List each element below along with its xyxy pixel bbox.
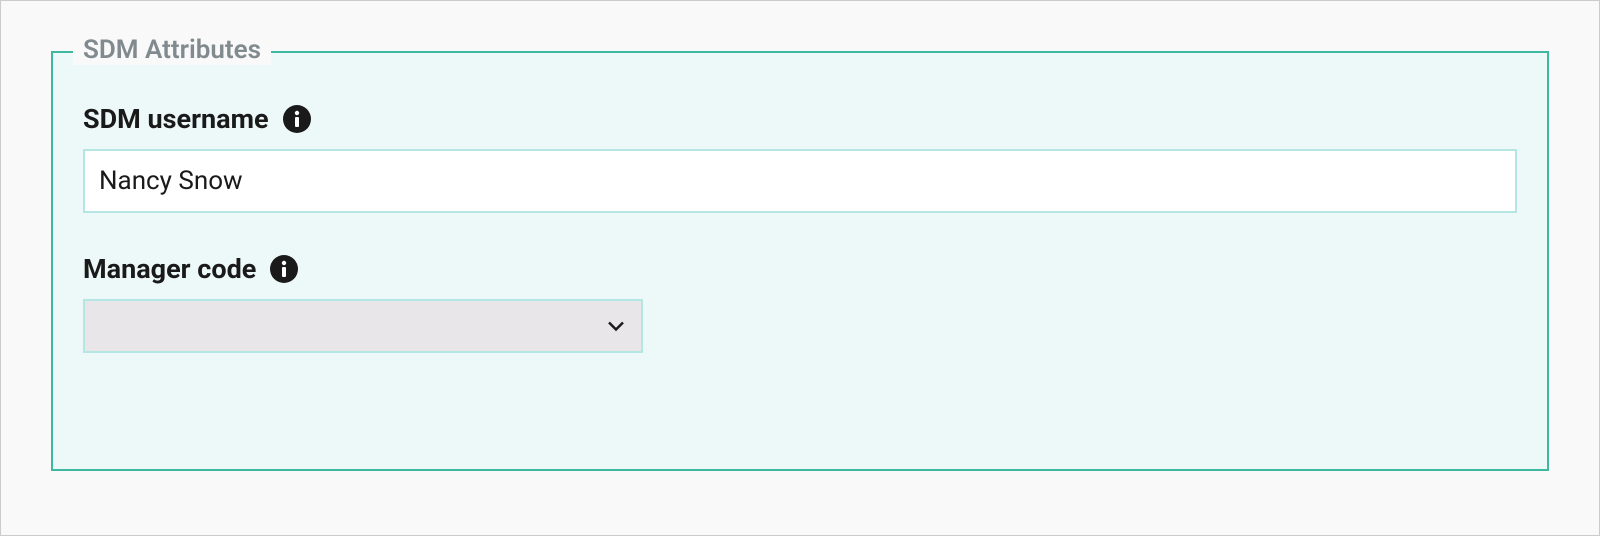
manager-code-select-wrapper [83,299,643,353]
sdm-username-input[interactable] [83,149,1517,213]
fieldset-legend: SDM Attributes [73,35,271,65]
sdm-username-label-row: SDM username [83,103,1517,135]
sdm-attributes-fieldset: SDM Attributes SDM username Manager code [51,51,1549,471]
form-panel: SDM Attributes SDM username Manager code [0,0,1600,536]
manager-code-group: Manager code [83,253,1517,353]
manager-code-label-row: Manager code [83,253,1517,285]
info-icon[interactable] [270,255,298,283]
manager-code-label: Manager code [83,253,256,285]
manager-code-select[interactable] [83,299,643,353]
sdm-username-group: SDM username [83,103,1517,213]
info-icon[interactable] [283,105,311,133]
sdm-username-label: SDM username [83,103,269,135]
